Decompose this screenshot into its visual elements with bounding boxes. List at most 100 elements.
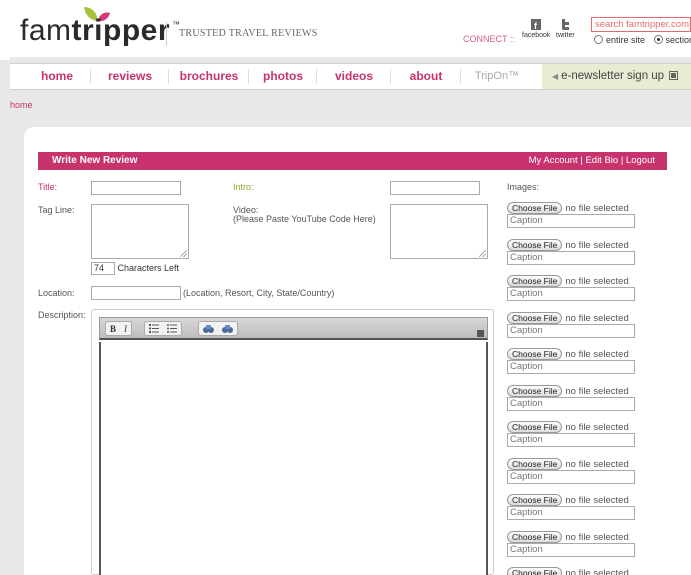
video-textarea[interactable] xyxy=(390,204,488,259)
account-links[interactable]: My Account | Edit Bio | Logout xyxy=(529,152,655,170)
choose-file-button[interactable]: Choose File xyxy=(507,238,563,251)
intro-input[interactable] xyxy=(390,181,480,195)
nav-about[interactable]: about xyxy=(392,64,460,89)
intro-label: Intro: xyxy=(233,182,254,192)
no-file-label: no file selected xyxy=(565,276,629,287)
scope-section[interactable]: section xyxy=(653,35,691,45)
caption-input[interactable]: Caption xyxy=(507,250,635,265)
file-upload-row: Choose File no file selected xyxy=(507,530,629,543)
tagline-label: Tag Line: xyxy=(38,205,75,215)
location-hint: (Location, Resort, City, State/Country) xyxy=(183,288,335,298)
caption-input[interactable]: Caption xyxy=(507,214,635,228)
choose-file-button[interactable]: Choose File xyxy=(507,384,563,397)
choose-file-button[interactable]: Choose File xyxy=(507,494,563,506)
tagline-textarea[interactable] xyxy=(91,204,189,259)
main-nav: home reviews brochures photos videos abo… xyxy=(10,63,691,90)
nav-reviews[interactable]: reviews xyxy=(92,64,168,89)
nav-home[interactable]: home xyxy=(24,64,90,89)
radio-entire-site[interactable] xyxy=(594,35,603,44)
arrow-left-icon: ◀ xyxy=(552,72,559,81)
nav-videos[interactable]: videos xyxy=(318,64,390,89)
images-label: Images: xyxy=(507,182,540,192)
no-file-label: no file selected xyxy=(565,385,629,397)
breadcrumb[interactable]: home xyxy=(10,100,33,110)
no-file-label: no file selected xyxy=(565,458,629,470)
site-tagline: TRUSTED TRAVEL REVIEWS xyxy=(179,28,318,39)
twitter-link[interactable]: twitter xyxy=(556,19,575,39)
unordered-list-icon[interactable] xyxy=(167,324,177,333)
file-upload-row: Choose File no file selected xyxy=(507,238,629,251)
choose-file-button[interactable]: Choose File xyxy=(507,348,563,360)
format-group: B I xyxy=(105,321,133,336)
site-logo[interactable]: famtripper ™ xyxy=(20,14,181,48)
enewsletter-signup[interactable]: ◀ e-newsletter sign up xyxy=(542,64,691,89)
file-upload-row: Choose File no file selected xyxy=(507,348,629,360)
facebook-link[interactable]: f facebook xyxy=(522,19,550,39)
characters-left: 74 Characters Left xyxy=(91,262,179,275)
nav-photos[interactable]: photos xyxy=(250,64,316,89)
choose-file-button[interactable]: Choose File xyxy=(507,457,563,470)
no-file-label: no file selected xyxy=(565,568,629,575)
file-upload-row: Choose File no file selected xyxy=(507,457,629,470)
caption-input[interactable]: Caption xyxy=(507,360,635,374)
resize-grip-icon[interactable] xyxy=(479,250,486,257)
video-hint: (Please Paste YouTube Code Here) xyxy=(233,214,376,224)
toolbar-toggle[interactable] xyxy=(477,330,484,337)
location-label: Location: xyxy=(38,288,75,298)
site-header: famtripper ™ TRUSTED TRAVEL REVIEWS CONNE… xyxy=(0,0,691,60)
location-input[interactable] xyxy=(91,286,181,300)
description-content[interactable] xyxy=(99,342,488,575)
italic-button[interactable]: I xyxy=(124,324,127,334)
radio-section[interactable] xyxy=(653,35,663,44)
no-file-label: no file selected xyxy=(565,203,629,214)
file-upload-row: Choose File no file selected xyxy=(507,421,629,433)
description-editor: B I xyxy=(91,309,494,575)
choose-file-button[interactable]: Choose File xyxy=(507,421,563,433)
caption-input[interactable]: Caption xyxy=(507,506,635,520)
file-upload-row: Choose File no file selected xyxy=(507,275,629,287)
choose-file-button[interactable]: Choose File xyxy=(507,567,563,575)
file-upload-row: Choose File no file selected xyxy=(507,494,629,506)
no-file-label: no file selected xyxy=(565,312,629,324)
find-icon[interactable] xyxy=(203,324,214,334)
list-group xyxy=(144,321,182,336)
nav-divider xyxy=(90,69,91,84)
caption-input[interactable]: Caption xyxy=(507,469,635,484)
caption-input[interactable]: Caption xyxy=(507,542,635,557)
nav-brochures[interactable]: brochures xyxy=(170,64,248,89)
file-upload-row: Choose File no file selected xyxy=(507,311,629,324)
search-input[interactable]: search famtripper.com xyxy=(591,17,691,32)
form-title-bar: Write New Review My Account | Edit Bio |… xyxy=(38,152,667,170)
choose-file-button[interactable]: Choose File xyxy=(507,275,563,287)
title-input[interactable] xyxy=(91,181,181,195)
replace-icon[interactable] xyxy=(222,324,233,334)
ordered-list-icon[interactable] xyxy=(149,324,159,333)
connect-label: CONNECT :: xyxy=(463,34,515,44)
no-file-label: no file selected xyxy=(565,531,629,543)
caption-input[interactable]: Caption xyxy=(507,323,635,338)
newsletter-icon xyxy=(669,71,679,80)
nav-divider xyxy=(168,69,169,84)
search-scope: entire site section xyxy=(594,35,691,45)
nav-divider xyxy=(316,69,317,84)
no-file-label: no file selected xyxy=(565,349,629,360)
nav-tripon[interactable]: TripOn™ xyxy=(462,64,532,89)
form-title: Write New Review xyxy=(52,155,138,166)
file-upload-row: Choose File no file selected xyxy=(507,202,629,214)
resize-grip-icon[interactable] xyxy=(180,250,187,257)
choose-file-button[interactable]: Choose File xyxy=(507,530,563,543)
caption-input[interactable]: Caption xyxy=(507,287,635,301)
no-file-label: no file selected xyxy=(565,239,629,251)
caption-input[interactable]: Caption xyxy=(507,433,635,447)
facebook-icon: f xyxy=(531,19,542,30)
file-upload-row: Choose File no file selected xyxy=(507,384,629,397)
choose-file-button[interactable]: Choose File xyxy=(507,311,563,324)
scope-entire-site[interactable]: entire site xyxy=(594,35,645,45)
caption-input[interactable]: Caption xyxy=(507,396,635,411)
bold-button[interactable]: B xyxy=(110,324,116,334)
file-upload-row: Choose File no file selected xyxy=(507,567,629,575)
twitter-icon xyxy=(562,19,570,30)
nav-divider xyxy=(460,69,461,84)
no-file-label: no file selected xyxy=(565,495,629,506)
choose-file-button[interactable]: Choose File xyxy=(507,202,563,214)
